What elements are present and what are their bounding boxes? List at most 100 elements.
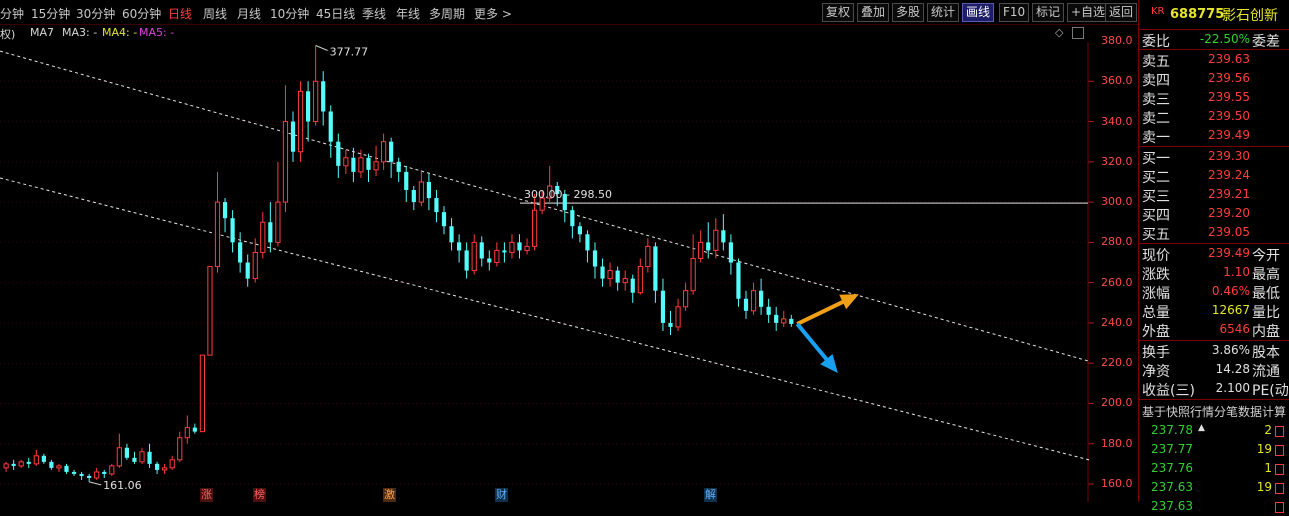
expand-icon[interactable] — [1072, 27, 1084, 39]
diamond-icon[interactable]: ◇ — [1055, 26, 1063, 39]
row-label: 总量 — [1142, 305, 1170, 321]
candle-body — [155, 463, 160, 470]
tick-row[interactable]: 237.63 19 — [1139, 478, 1289, 497]
row-label: 买三 — [1142, 189, 1170, 205]
marker-incentive[interactable]: 激 — [383, 488, 396, 502]
marker-financial[interactable]: 财 — [495, 488, 508, 502]
candle-body — [260, 221, 266, 253]
candle-body — [238, 242, 243, 263]
marker-unlock[interactable]: 解 — [704, 488, 717, 502]
candle-body — [728, 242, 733, 263]
candle-body — [132, 457, 137, 462]
period-10min[interactable]: 10分钟 — [270, 5, 309, 22]
period-year[interactable]: 年线 — [396, 5, 420, 22]
quote-row: 换手 3.86% 股本 — [1139, 341, 1289, 361]
candle-body — [789, 318, 794, 324]
kline-chart[interactable]: 377.77 161.06 300.00 - 298.50 — [0, 42, 1137, 502]
period-60min[interactable]: 60分钟 — [122, 5, 161, 22]
legend-ma7: MA7 — [30, 26, 55, 39]
period-30min[interactable]: 30分钟 — [76, 5, 115, 22]
quote-row: 卖二 239.50 — [1139, 107, 1289, 127]
candle-body — [721, 230, 726, 243]
row-value: 239.55 — [1208, 90, 1250, 104]
candle-body — [230, 218, 235, 243]
period-more[interactable]: 更多 > — [474, 5, 512, 22]
period-monthly[interactable]: 月线 — [237, 5, 261, 22]
tick-volume: 1 — [1264, 461, 1272, 475]
f10-button[interactable]: F10 — [999, 3, 1030, 22]
candle-body — [774, 314, 779, 323]
candle-body — [373, 161, 379, 171]
candle-body — [18, 461, 24, 467]
marker-limit-up[interactable]: 涨 — [200, 488, 213, 502]
up-arrow — [796, 294, 859, 326]
tick-flag-icon — [1275, 502, 1284, 513]
tick-row[interactable]: 237.76 1 — [1139, 459, 1289, 478]
tick-row[interactable]: 237.63 — [1139, 497, 1289, 516]
period-15min[interactable]: 15分钟 — [31, 5, 70, 22]
quote-row: 净资 14.28 流通 — [1139, 360, 1289, 380]
candle-body — [381, 141, 387, 163]
quote-panel: KR 688775 影石创新 委比 -22.50% 委差 卖五 239.63 卖四 2… — [1138, 0, 1289, 513]
row-label: 买四 — [1142, 208, 1170, 224]
tick-flag-icon — [1275, 483, 1284, 494]
tick-price: 237.76 — [1151, 461, 1193, 475]
candle-body — [607, 270, 613, 280]
draw-line-button[interactable]: 画线 — [962, 3, 995, 22]
row-tail: 内盘 — [1252, 324, 1280, 340]
axis-tick-label: 220.0 — [1101, 356, 1133, 370]
tick-row[interactable]: 237.77 19 — [1139, 440, 1289, 459]
mark-button[interactable]: 标记 — [1032, 3, 1065, 22]
candle-body — [184, 427, 190, 439]
axis-tick-label: 240.0 — [1101, 315, 1133, 329]
row-label: 卖一 — [1142, 130, 1170, 146]
axis-tick-label: 360.0 — [1101, 74, 1133, 88]
overlay-button[interactable]: 叠加 — [857, 3, 890, 22]
tick-flag-icon — [1275, 426, 1284, 437]
trend-line — [0, 177, 1090, 461]
row-value: 239.49 — [1208, 128, 1250, 142]
candle-body — [759, 290, 764, 307]
multi-stock-button[interactable]: 多股 — [892, 3, 925, 22]
row-label: 买一 — [1142, 151, 1170, 167]
candle-body — [637, 266, 643, 294]
up-tick-icon: ▲ — [1198, 423, 1205, 433]
period-multi[interactable]: 多周期 — [429, 5, 465, 22]
add-watchlist-button[interactable]: +自选 — [1067, 3, 1110, 22]
candle-body — [245, 262, 250, 279]
tick-row[interactable]: 237.78 ▲ 2 — [1139, 421, 1289, 440]
row-tail: 股本 — [1252, 345, 1280, 361]
period-daily[interactable]: 日线 — [168, 5, 192, 22]
candle-body — [313, 80, 319, 123]
candle-body — [645, 245, 651, 268]
ratio-label: 委比 — [1142, 34, 1170, 50]
period-quarter[interactable]: 季线 — [362, 5, 386, 22]
candle-body — [404, 171, 409, 191]
stock-name: 影石创新 — [1222, 8, 1278, 24]
marker-dragon-tiger[interactable]: 榜 — [253, 488, 266, 502]
row-label: 现价 — [1142, 248, 1170, 264]
candle-body — [577, 226, 582, 235]
legend-ma4: MA4: - — [102, 26, 138, 39]
candle-body — [389, 141, 394, 162]
candle-body — [33, 455, 39, 465]
candle-body — [214, 201, 221, 268]
level-label: 300.00 - 298.50 — [524, 188, 612, 201]
period-45day[interactable]: 45日线 — [316, 5, 355, 22]
row-value: 14.28 — [1215, 362, 1250, 376]
candle-body — [87, 475, 92, 478]
candle-body — [290, 121, 296, 152]
period-toolbar: 分钟 15分钟 30分钟 60分钟 日线 周线 月线 10分钟 45日线 季线 … — [0, 0, 1289, 25]
stats-button[interactable]: 统计 — [927, 3, 960, 22]
back-button[interactable]: 返回 — [1105, 3, 1138, 22]
period-1min[interactable]: 分钟 — [0, 5, 24, 22]
axis-tick-label: 340.0 — [1101, 114, 1133, 128]
candle-body — [736, 262, 741, 299]
candle-body — [116, 447, 122, 467]
row-value: 239.20 — [1208, 206, 1250, 220]
adjust-button[interactable]: 复权 — [822, 3, 855, 22]
candle-body — [585, 234, 590, 251]
row-label: 净资 — [1142, 364, 1170, 380]
period-weekly[interactable]: 周线 — [203, 5, 227, 22]
candle-body — [713, 229, 719, 251]
